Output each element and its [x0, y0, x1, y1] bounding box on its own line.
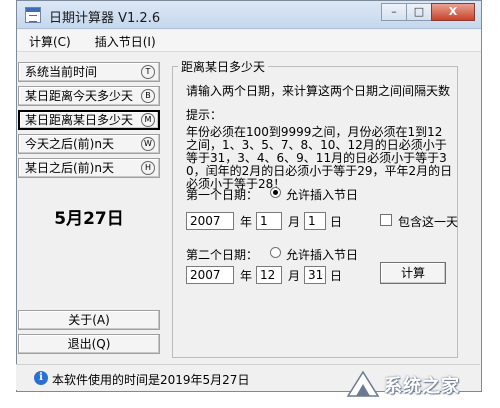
maximize-button[interactable]: □ [406, 3, 432, 21]
date2-holiday-radio[interactable] [270, 247, 281, 258]
calendar-icon [25, 7, 41, 23]
day-unit: 日 [330, 215, 343, 229]
days-to-today-button[interactable]: 某日距离今天多少天 B [18, 86, 160, 106]
year-unit: 年 [240, 269, 253, 283]
instruction-text: 请输入两个日期，来计算这两个日期之间间隔天数 [186, 84, 451, 98]
date2-month-input[interactable] [256, 266, 282, 284]
close-button[interactable]: X [431, 3, 475, 21]
date1-holiday-label: 允许插入节日 [286, 188, 359, 202]
title-bar[interactable]: 日期计算器 V1.2.6 – □ X [17, 1, 481, 29]
hint-text: 年份必须在100到9999之间，月份必须在1到12之间，1、3、5、7、8、10… [186, 125, 453, 191]
days-between-dates-button[interactable]: 某日距离某日多少天 M [18, 110, 160, 130]
button-label: 某日距离某日多少天 [25, 113, 134, 127]
include-day-checkbox[interactable] [380, 214, 392, 226]
watermark: 系统之家 [340, 364, 496, 404]
button-label: 系统当前时间 [25, 65, 98, 79]
date2-holiday-label: 允许插入节日 [286, 248, 359, 262]
window-title: 日期计算器 V1.2.6 [49, 11, 161, 26]
button-label: 某日距离今天多少天 [25, 89, 134, 103]
date2-day-input[interactable] [304, 266, 326, 284]
menu-insert-holiday[interactable]: 插入节日(I) [83, 30, 168, 51]
hotkey-badge: H [141, 161, 155, 175]
date1-label: 第一个日期： [186, 188, 259, 202]
date1-holiday-radio[interactable] [270, 187, 281, 198]
status-text: 本软件使用的时间是2019年5月27日 [52, 373, 250, 387]
exit-button[interactable]: 退出(Q) [18, 334, 160, 354]
n-days-from-today-button[interactable]: 今天之后(前)n天 W [18, 134, 160, 154]
date2-label: 第二个日期： [186, 248, 259, 262]
year-unit: 年 [240, 215, 253, 229]
date1-month-input[interactable] [256, 212, 282, 230]
watermark-logo-icon [346, 370, 380, 397]
day-unit: 日 [330, 269, 343, 283]
panel-title: 距离某日多少天 [178, 58, 269, 75]
date2-year-input[interactable] [186, 266, 234, 284]
hotkey-badge: W [141, 137, 155, 151]
hint-label: 提示： [186, 108, 223, 122]
info-icon: i [34, 371, 48, 385]
system-time-button[interactable]: 系统当前时间 T [18, 62, 160, 82]
hotkey-badge: M [141, 113, 155, 127]
menu-bar: 计算(C) 插入节日(I) [17, 30, 481, 52]
hotkey-badge: T [141, 65, 155, 79]
calculate-button[interactable]: 计算 [380, 262, 446, 284]
button-label: 今天之后(前)n天 [25, 137, 114, 151]
month-unit: 月 [288, 269, 301, 283]
hotkey-badge: B [141, 89, 155, 103]
month-unit: 月 [288, 215, 301, 229]
current-date-display: 5月27日 [54, 209, 124, 229]
menu-calculate[interactable]: 计算(C) [17, 30, 83, 51]
watermark-text: 系统之家 [384, 376, 460, 397]
window-controls: – □ X [381, 3, 475, 21]
date1-year-input[interactable] [186, 212, 234, 230]
button-label: 某日之后(前)n天 [25, 161, 114, 175]
minimize-button[interactable]: – [381, 3, 407, 21]
n-days-from-date-button[interactable]: 某日之后(前)n天 H [18, 158, 160, 178]
about-button[interactable]: 关于(A) [18, 310, 160, 330]
date1-day-input[interactable] [304, 212, 326, 230]
include-day-label: 包含这一天 [398, 215, 459, 229]
